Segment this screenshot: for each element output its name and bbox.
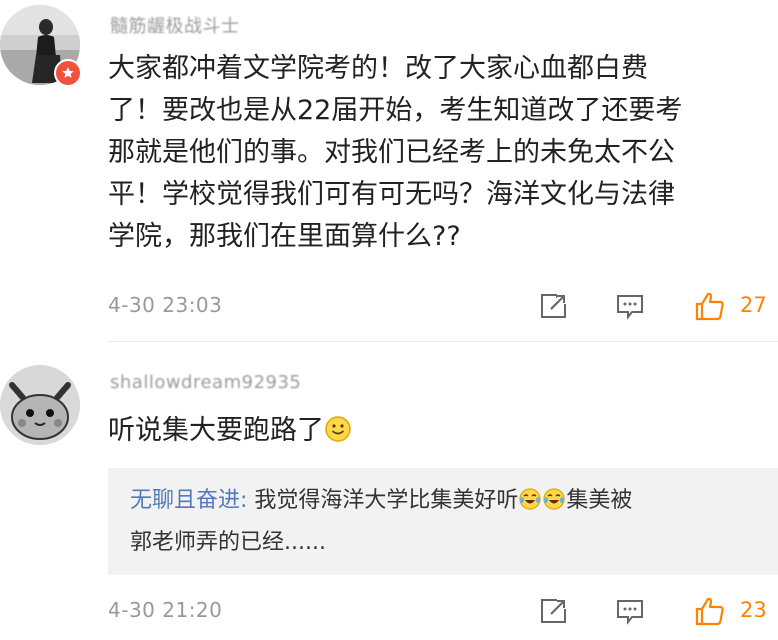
laugh-cry-emoji-icon: [519, 488, 542, 510]
like-button[interactable]: [693, 289, 727, 323]
comment-line: 大家都冲着文学院考的！改了大家心血都白费: [108, 53, 648, 84]
timestamp: 4-30 21:20: [108, 598, 223, 622]
comment-line: 那就是他们的事。对我们已经考上的未免太不公: [108, 137, 675, 168]
username[interactable]: 髓筋龌极战斗士: [110, 12, 240, 38]
laugh-cry-emoji-icon: [543, 488, 566, 510]
smile-emoji-icon: [325, 416, 351, 442]
star-badge-icon: [54, 59, 82, 87]
comment-line: 了！要改也是从22届开始，考生知道改了还要考: [108, 95, 683, 126]
like-count: 27: [740, 293, 767, 317]
comment-button[interactable]: [613, 594, 647, 628]
comment-text: 大家都冲着文学院考的！改了大家心血都白费 了！要改也是从22届开始，考生知道改了…: [108, 48, 682, 258]
reply-author[interactable]: 无聊且奋进:: [130, 488, 247, 513]
comment-line: 学院，那我们在里面算什么??: [108, 221, 461, 252]
reply-preview[interactable]: 无聊且奋进: 我觉得海洋大学比集美好听 集美被 郭老师弄的已经......: [108, 468, 778, 575]
share-button[interactable]: [537, 594, 571, 628]
reply-content: 我觉得海洋大学比集美好听: [247, 488, 519, 513]
reply-text: 无聊且奋进: 我觉得海洋大学比集美好听 集美被 郭老师弄的已经......: [130, 480, 760, 564]
timestamp: 4-30 23:03: [108, 293, 223, 317]
comment-text: 听说集大要跑路了: [108, 410, 352, 452]
reply-content: 郭老师弄的已经......: [130, 530, 326, 555]
comment-button[interactable]: [613, 289, 647, 323]
comment-line: 听说集大要跑路了: [108, 415, 324, 446]
comment-meta: 4-30 23:03 27: [108, 287, 778, 327]
divider: [108, 341, 778, 342]
share-button[interactable]: [537, 289, 571, 323]
username[interactable]: shallowdream92935: [110, 372, 301, 393]
thumbs-up-icon: [695, 292, 724, 321]
reply-content: 集美被: [566, 488, 633, 513]
share-icon: [541, 599, 567, 623]
like-button[interactable]: [693, 594, 727, 628]
comment-icon: [617, 600, 643, 625]
comment-line: 平！学校觉得我们可有可无吗？海洋文化与法律: [108, 179, 675, 210]
avatar[interactable]: [0, 365, 80, 445]
comment-icon: [617, 295, 643, 320]
thumbs-up-icon: [695, 597, 724, 626]
share-icon: [541, 294, 567, 318]
comment-meta: 4-30 21:20 23: [108, 592, 778, 632]
like-count: 23: [740, 598, 767, 622]
